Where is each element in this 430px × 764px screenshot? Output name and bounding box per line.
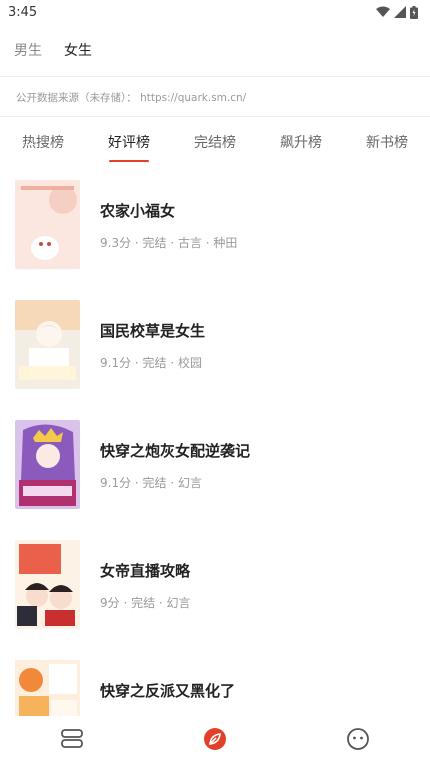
data-source-notice: 公开数据来源（未存储）： https://quark.sm.cn/ (16, 92, 247, 104)
book-title[interactable]: 女帝直播攻略 (100, 560, 190, 581)
book-item[interactable]: 女帝直播攻略 9分 · 完结 · 幻言 (0, 528, 430, 638)
tab-completed[interactable]: 完结榜 (179, 132, 251, 152)
book-item[interactable]: 国民校草是女生 9.1分 · 完结 · 校园 (0, 288, 430, 398)
tab-hot-search[interactable]: 热搜榜 (7, 132, 79, 152)
wifi-icon (376, 6, 390, 17)
gender-tabs: 男生 女生 (0, 30, 430, 70)
nav-profile[interactable] (345, 726, 371, 752)
tab-top-rated[interactable]: 好评榜 (93, 132, 165, 152)
header-divider (0, 76, 430, 77)
tab-male[interactable]: 男生 (14, 40, 42, 60)
book-meta: 9.1分 · 完结 · 校园 (100, 356, 202, 370)
notice-divider (0, 116, 430, 117)
nav-discover[interactable] (202, 726, 228, 752)
status-icons (376, 5, 418, 19)
book-cover[interactable] (15, 420, 80, 509)
book-title[interactable]: 快穿之炮灰女配逆袭记 (100, 440, 250, 461)
book-cover-art (15, 420, 80, 509)
book-cover[interactable] (15, 540, 80, 629)
book-meta: 9.1分 · 完结 · 幻言 (100, 476, 202, 490)
nav-bookshelf[interactable] (59, 726, 85, 752)
book-title[interactable]: 国民校草是女生 (100, 320, 205, 341)
bottom-nav (0, 716, 430, 764)
discover-icon (204, 728, 226, 750)
book-title[interactable]: 农家小福女 (100, 200, 175, 221)
tab-new-books[interactable]: 新书榜 (351, 132, 423, 152)
book-cover-art (15, 180, 80, 269)
book-item[interactable]: 农家小福女 9.3分 · 完结 · 古言 · 种田 (0, 168, 430, 278)
book-item[interactable]: 快穿之炮灰女配逆袭记 9.1分 · 完结 · 幻言 (0, 408, 430, 518)
profile-face-icon (347, 728, 369, 750)
book-cover[interactable] (15, 180, 80, 269)
book-title[interactable]: 快穿之反派又黑化了 (100, 680, 235, 701)
book-cover[interactable] (15, 300, 80, 389)
book-meta: 9.3分 · 完结 · 古言 · 种田 (100, 236, 238, 250)
battery-icon (410, 5, 418, 19)
book-cover-art (15, 300, 80, 389)
tab-rising[interactable]: 飙升榜 (265, 132, 337, 152)
status-time: 3:45 (8, 4, 38, 20)
book-cover-art (15, 540, 80, 629)
book-meta: 9分 · 完结 · 幻言 (100, 596, 191, 610)
bookshelf-icon (61, 729, 83, 748)
ranking-tabs: 热搜榜 好评榜 完结榜 飙升榜 新书榜 (0, 120, 430, 164)
signal-icon (394, 6, 406, 18)
active-tab-indicator (109, 160, 149, 162)
tab-female[interactable]: 女生 (64, 40, 92, 60)
status-bar: 3:45 (0, 0, 430, 24)
